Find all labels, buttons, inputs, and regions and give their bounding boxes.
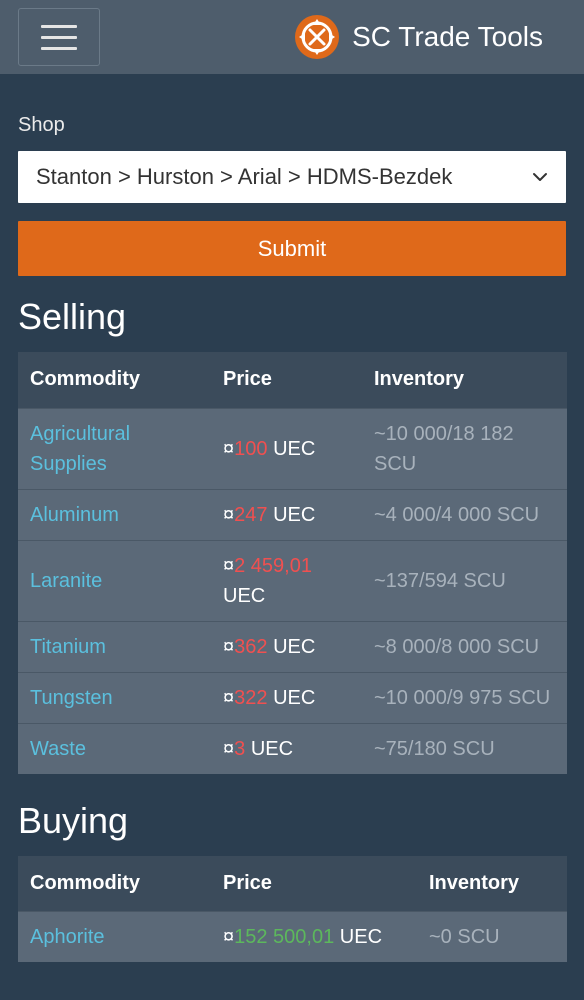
- commodity-link[interactable]: Tungsten: [18, 672, 211, 723]
- inventory-cell: ~4 000/4 000 SCU: [374, 503, 540, 526]
- price-unit: UEC: [273, 635, 316, 658]
- price-value: 322: [234, 686, 268, 709]
- table-row: Tungsten ¤322 UEC ~10 000/9 975 SCU: [18, 672, 567, 723]
- buying-heading: Buying: [18, 799, 129, 841]
- inventory-cell: ~10 000/9 975 SCU: [374, 686, 551, 709]
- chevron-down-icon: [533, 173, 547, 181]
- column-header-commodity[interactable]: Commodity: [18, 856, 211, 912]
- commodity-link[interactable]: Titanium: [18, 621, 211, 672]
- price-unit: UEC: [273, 503, 316, 526]
- inventory-cell: ~8 000/8 000 SCU: [374, 635, 540, 658]
- price-unit: UEC: [339, 926, 383, 948]
- commodity-link[interactable]: Aluminum: [18, 489, 211, 540]
- inventory-cell: ~137/594 SCU: [374, 569, 506, 592]
- column-header-price[interactable]: Price: [211, 856, 417, 912]
- brand-link[interactable]: SC Trade Tools: [294, 14, 543, 60]
- inventory-cell: ~10 000/18 182 SCU: [374, 422, 514, 475]
- inventory-cell: ~0 SCU: [429, 926, 500, 948]
- price-value: 247: [234, 503, 268, 526]
- price-cell: ¤100 UEC: [211, 408, 362, 489]
- price-value: 100: [234, 437, 268, 460]
- price-value: 3: [234, 737, 246, 760]
- price-cell: ¤322 UEC: [211, 672, 362, 723]
- price-cell: ¤2 459,01 UEC: [211, 540, 362, 621]
- commodity-link[interactable]: Agricultural Supplies: [18, 408, 211, 489]
- main-content: Shop Stanton > Hurston > Arial > HDMS-Be…: [0, 114, 584, 962]
- sc-trade-tools-logo-icon: [295, 15, 340, 59]
- currency-symbol: ¤: [223, 737, 235, 760]
- buying-table-header: Commodity Price Inventory: [18, 855, 567, 912]
- submit-button[interactable]: Submit: [18, 221, 566, 276]
- column-header-inventory[interactable]: Inventory: [417, 856, 567, 912]
- price-cell: ¤3 UEC: [211, 723, 362, 774]
- selling-table: Commodity Price Inventory Agricultural S…: [18, 352, 567, 774]
- hamburger-menu-icon[interactable]: [18, 8, 100, 66]
- column-header-commodity[interactable]: Commodity: [18, 352, 211, 408]
- currency-symbol: ¤: [223, 503, 235, 526]
- brand-name: SC Trade Tools: [352, 21, 543, 52]
- buying-table: Commodity Price Inventory Aphorite ¤152 5…: [18, 855, 567, 963]
- commodity-link[interactable]: Waste: [18, 723, 211, 774]
- table-row: Titanium ¤362 UEC ~8 000/8 000 SCU: [18, 621, 567, 672]
- inventory-cell: ~75/180 SCU: [374, 737, 495, 760]
- navbar: SC Trade Tools: [0, 0, 584, 74]
- price-cell: ¤247 UEC: [211, 489, 362, 540]
- table-row: Agricultural Supplies ¤100 UEC ~10 000/18 …: [18, 408, 567, 489]
- commodity-link[interactable]: Aphorite: [18, 912, 211, 963]
- price-cell: ¤362 UEC: [211, 621, 362, 672]
- selling-table-header: Commodity Price Inventory: [18, 352, 567, 408]
- table-row: Waste ¤3 UEC ~75/180 SCU: [18, 723, 567, 774]
- selling-heading: Selling: [18, 296, 127, 337]
- price-value: 2 459,01: [234, 554, 312, 577]
- shop-select-value: Stanton > Hurston > Arial > HDMS-Bezdek: [36, 164, 453, 189]
- price-cell: ¤152 500,01 UEC: [211, 912, 417, 963]
- price-value: 362: [234, 635, 268, 658]
- price-unit: UEC: [273, 686, 316, 709]
- commodity-link[interactable]: Laranite: [18, 540, 211, 621]
- column-header-inventory[interactable]: Inventory: [362, 352, 567, 408]
- price-unit: UEC: [223, 584, 266, 607]
- currency-symbol: ¤: [223, 926, 235, 948]
- shop-select[interactable]: Stanton > Hurston > Arial > HDMS-Bezdek: [18, 151, 566, 203]
- price-unit: UEC: [273, 437, 316, 460]
- currency-symbol: ¤: [223, 437, 235, 460]
- table-row: Laranite ¤2 459,01 UEC ~137/594 SCU: [18, 540, 567, 621]
- currency-symbol: ¤: [223, 554, 235, 577]
- shop-label: Shop: [18, 114, 65, 136]
- table-row: Aluminum ¤247 UEC ~4 000/4 000 SCU: [18, 489, 567, 540]
- column-header-price[interactable]: Price: [211, 352, 362, 408]
- currency-symbol: ¤: [223, 635, 235, 658]
- currency-symbol: ¤: [223, 686, 235, 709]
- price-unit: UEC: [250, 737, 294, 760]
- table-row: Aphorite ¤152 500,01 UEC ~0 SCU: [18, 911, 567, 963]
- price-value: 152 500,01: [234, 926, 335, 948]
